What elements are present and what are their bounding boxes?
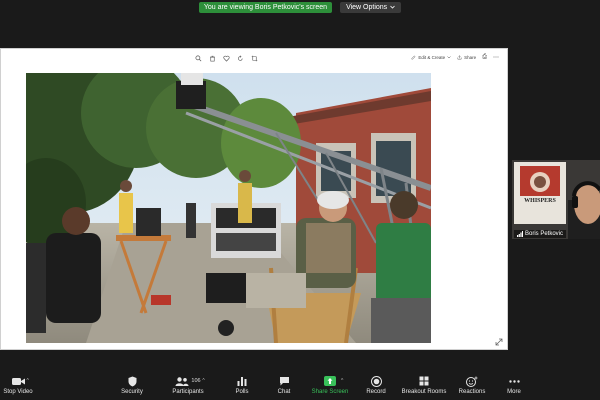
viewer-actions: Edit & Create Share ⎙ ⋯ (411, 54, 499, 61)
rotate-icon[interactable] (237, 55, 244, 62)
record-button[interactable]: Record (364, 375, 388, 400)
reactions-button[interactable]: Reactions (458, 375, 486, 400)
share-screen-icon (324, 376, 336, 386)
edit-icon (412, 55, 416, 60)
participants-label: Participants (172, 389, 204, 395)
participants-button[interactable]: 106 ^ Participants (167, 375, 209, 400)
record-icon (370, 375, 382, 387)
crop-icon[interactable] (251, 55, 258, 62)
print-icon[interactable]: ⎙ (482, 54, 487, 61)
breakout-rooms-icon (419, 376, 429, 386)
breakout-rooms-button[interactable]: Breakout Rooms (402, 375, 446, 400)
zoom-in-icon[interactable] (195, 55, 202, 62)
photo-viewer-toolbar: Edit & Create Share ⎙ ⋯ (1, 49, 507, 69)
chevron-up-icon[interactable]: ^ (341, 378, 343, 384)
smiley-add-icon (466, 376, 478, 387)
view-options-button[interactable]: View Options (340, 1, 402, 13)
chat-bubble-icon (279, 377, 289, 386)
chevron-up-icon[interactable]: ^ (27, 378, 29, 384)
more-button[interactable]: More (504, 375, 524, 400)
polls-button[interactable]: Polls (232, 375, 252, 400)
stop-video-button[interactable]: ^ Stop Video (2, 375, 34, 400)
view-options-label: View Options (346, 3, 388, 11)
share-label: Share (464, 55, 477, 60)
chat-label: Chat (277, 389, 291, 395)
favorite-icon[interactable] (223, 55, 230, 62)
share-button[interactable]: Share (457, 55, 476, 60)
participant-name-label: Boris Petkovic (514, 230, 567, 238)
people-icon (175, 376, 189, 386)
video-camera-icon (11, 377, 25, 385)
viewing-screen-indicator: You are viewing Boris Petkovic's screen (198, 1, 333, 13)
stop-video-label: Stop Video (3, 389, 33, 395)
more-label: More (507, 389, 521, 395)
chevron-down-icon (390, 5, 395, 9)
security-button[interactable]: Security (117, 375, 147, 400)
participant-poster-text: WHISPERS (524, 198, 556, 204)
chat-button[interactable]: Chat (274, 375, 294, 400)
share-icon (457, 55, 462, 60)
chevron-down-icon (447, 56, 451, 59)
viewer-tool-icons (195, 55, 258, 62)
share-screen-label: Share Screen (311, 389, 349, 395)
chevron-up-icon[interactable]: ^ (202, 378, 204, 384)
security-label: Security (121, 389, 143, 395)
polls-label: Polls (235, 389, 249, 395)
edit-create-label: Edit & Create (418, 55, 446, 60)
reactions-label: Reactions (458, 389, 486, 395)
participant-name: Boris Petkovic (525, 231, 564, 237)
viewing-screen-text: You are viewing Boris Petkovic's screen (203, 3, 328, 11)
film-set-image (26, 73, 431, 343)
shield-icon (128, 376, 136, 386)
record-label: Record (366, 389, 386, 395)
breakout-rooms-label: Breakout Rooms (401, 389, 447, 395)
participant-video-tile[interactable]: WHISPERS Boris Petkovic (512, 160, 600, 239)
more-dots-icon (508, 379, 520, 383)
more-options-icon[interactable]: ⋯ (493, 54, 499, 61)
bar-chart-icon (237, 377, 247, 386)
screen-share-banner: You are viewing Boris Petkovic's screen … (0, 0, 600, 14)
share-screen-button[interactable]: ^ Share Screen (310, 375, 350, 400)
film-set-photo (26, 73, 431, 343)
meeting-control-bar: ^ Stop Video Security 106 ^ Participants… (0, 350, 600, 400)
signal-bars-icon (517, 231, 523, 237)
zoom-meeting-window: You are viewing Boris Petkovic's screen … (0, 0, 600, 400)
shared-screen: Edit & Create Share ⎙ ⋯ (0, 48, 508, 350)
participants-count: 106 (191, 378, 201, 384)
fullscreen-expand-icon[interactable] (495, 338, 503, 346)
edit-create-menu[interactable]: Edit & Create (411, 55, 451, 60)
delete-icon[interactable] (209, 55, 216, 62)
